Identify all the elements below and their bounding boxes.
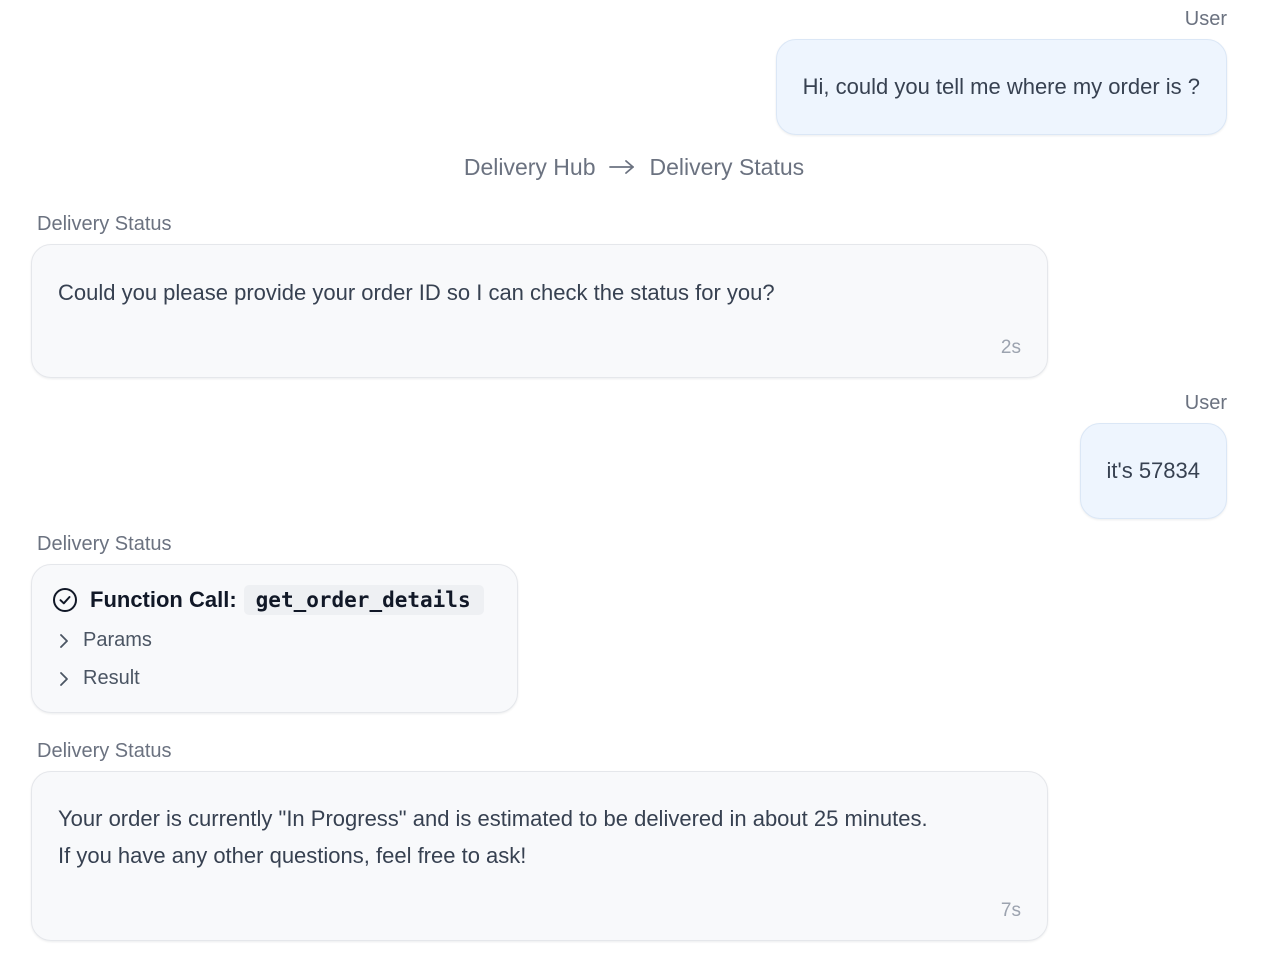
agent-message-text: Your order is currently "In Progress" an… xyxy=(58,800,928,874)
message-timestamp: 7s xyxy=(1000,900,1021,921)
chevron-right-icon xyxy=(56,671,72,687)
result-toggle[interactable]: Result xyxy=(56,667,140,690)
chat-transcript: User Hi, could you tell me where my orde… xyxy=(0,0,1262,968)
function-call-card: Function Call: get_order_details Params … xyxy=(31,564,518,713)
result-label: Result xyxy=(83,667,140,689)
sender-label-agent: Delivery Status xyxy=(37,740,172,762)
agent-message-line: If you have any other questions, feel fr… xyxy=(58,843,527,868)
user-message-bubble: Hi, could you tell me where my order is … xyxy=(775,39,1227,135)
check-circle-icon xyxy=(52,587,78,613)
handoff-to-agent: Delivery Status xyxy=(649,154,805,180)
function-name: get_order_details xyxy=(243,585,484,615)
user-message-bubble: it's 57834 xyxy=(1079,423,1227,519)
agent-message-bubble: Your order is currently "In Progress" an… xyxy=(31,771,1048,941)
message-timestamp: 2s xyxy=(1000,337,1021,358)
sender-label-user: User xyxy=(1184,8,1227,30)
handoff-from-agent: Delivery Hub xyxy=(463,154,596,180)
function-call-label: Function Call: xyxy=(90,587,237,612)
user-message-text: Hi, could you tell me where my order is … xyxy=(802,74,1200,99)
chevron-right-icon xyxy=(56,633,72,649)
sender-label-user: User xyxy=(1184,392,1227,414)
function-call-header: Function Call: get_order_details xyxy=(52,583,484,617)
agent-message-text: Could you please provide your order ID s… xyxy=(58,280,775,305)
sender-label-agent: Delivery Status xyxy=(37,213,172,235)
agent-message-line: Your order is currently "In Progress" an… xyxy=(58,806,928,831)
arrow-right-icon xyxy=(609,159,635,175)
agent-message-bubble: Could you please provide your order ID s… xyxy=(31,244,1048,378)
agent-handoff: Delivery Hub Delivery Status xyxy=(0,153,1262,181)
user-message-text: it's 57834 xyxy=(1106,458,1201,483)
params-toggle[interactable]: Params xyxy=(56,629,152,652)
sender-label-agent: Delivery Status xyxy=(37,533,172,555)
params-label: Params xyxy=(83,629,152,651)
